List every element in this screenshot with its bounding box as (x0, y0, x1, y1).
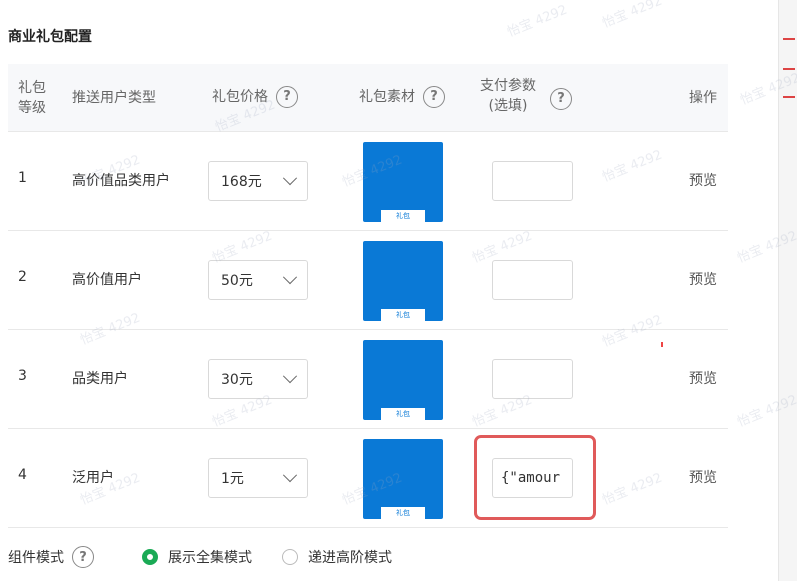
price-help-icon[interactable]: ? (276, 86, 298, 108)
price-select-value: 30元 (221, 372, 253, 388)
component-mode-label: 组件模式 (8, 550, 64, 566)
header-user-type: 推送用户类型 (72, 90, 156, 106)
radio-unchecked-icon (282, 549, 298, 565)
header-pay-param: 支付参数 (选填) ? (480, 76, 572, 116)
preview-link[interactable]: 预览 (689, 467, 717, 487)
chevron-down-icon (282, 171, 298, 186)
table-row: 4 泛用户 1元 礼包 {"amour 预览 (8, 429, 728, 528)
thumbnail-label: 礼包 (381, 210, 425, 222)
preview-link[interactable]: 预览 (689, 170, 717, 190)
gift-material-thumbnail[interactable]: 礼包 (363, 340, 443, 420)
side-panel-edge (778, 0, 797, 581)
radio-progressive-mode-label: 递进高阶模式 (308, 550, 392, 566)
gift-material-thumbnail[interactable]: 礼包 (363, 142, 443, 222)
chevron-down-icon (282, 369, 298, 384)
radio-progressive-mode[interactable]: 递进高阶模式 (282, 547, 392, 567)
table-row: 3 品类用户 30元 礼包 预览 (8, 330, 728, 429)
price-select[interactable]: 50元 (208, 260, 308, 300)
price-select[interactable]: 1元 (208, 458, 308, 498)
red-tick (783, 96, 795, 98)
radio-checked-icon (142, 549, 158, 565)
watermark: 怡宝 4292 (600, 0, 665, 32)
gift-config-page: 商业礼包配置 礼包 等级 推送用户类型 礼包价格 ? 礼包素材 ? 支付参数 (… (0, 0, 797, 581)
row-level: 4 (18, 467, 27, 483)
section-title: 商业礼包配置 (8, 29, 92, 45)
thumbnail-label: 礼包 (381, 309, 425, 321)
preview-link[interactable]: 预览 (689, 269, 717, 289)
header-level-line1: 礼包 (18, 80, 46, 96)
red-tick (783, 68, 795, 70)
radio-full-mode-label: 展示全集模式 (168, 550, 252, 566)
pay-param-input[interactable]: {"amour (492, 458, 573, 498)
pay-param-input[interactable] (492, 260, 573, 300)
material-help-icon[interactable]: ? (423, 86, 445, 108)
radio-full-mode[interactable]: 展示全集模式 (142, 547, 252, 567)
row-level: 3 (18, 368, 27, 384)
header-pay-param-line1: 支付参数 (480, 78, 536, 94)
thumbnail-label: 礼包 (381, 408, 425, 420)
red-tick (783, 38, 795, 40)
mode-help-icon[interactable]: ? (72, 546, 94, 568)
preview-link[interactable]: 预览 (689, 368, 717, 388)
header-price: 礼包价格 ? (212, 86, 298, 108)
header-pay-param-text: 支付参数 (选填) (480, 76, 536, 116)
header-operation: 操作 (689, 90, 717, 106)
row-level: 1 (18, 170, 27, 186)
header-pay-param-line2: (选填) (488, 98, 528, 114)
row-user-type: 高价值用户 (72, 272, 142, 288)
pay-param-help-icon[interactable]: ? (550, 88, 572, 110)
price-select[interactable]: 30元 (208, 359, 308, 399)
watermark: 怡宝 4292 (505, 2, 570, 41)
gift-material-thumbnail[interactable]: 礼包 (363, 439, 443, 519)
red-marker (661, 342, 663, 347)
component-mode-row: 组件模式 ? 展示全集模式 递进高阶模式 (8, 546, 392, 568)
row-user-type: 泛用户 (72, 470, 114, 486)
gift-material-thumbnail[interactable]: 礼包 (363, 241, 443, 321)
table-header: 礼包 等级 推送用户类型 礼包价格 ? 礼包素材 ? 支付参数 (选填) ? 操… (8, 64, 728, 132)
header-material: 礼包素材 ? (359, 86, 445, 108)
price-select-value: 168元 (221, 174, 262, 190)
price-select-value: 1元 (221, 471, 244, 487)
thumbnail-label: 礼包 (381, 507, 425, 519)
price-select-value: 50元 (221, 273, 253, 289)
price-select[interactable]: 168元 (208, 161, 308, 201)
table-row: 1 高价值品类用户 168元 礼包 预览 (8, 132, 728, 231)
row-level: 2 (18, 269, 27, 285)
table-row: 2 高价值用户 50元 礼包 预览 (8, 231, 728, 330)
pay-param-input[interactable] (492, 359, 573, 399)
header-material-label: 礼包素材 (359, 89, 415, 105)
header-level: 礼包 等级 (18, 78, 58, 118)
chevron-down-icon (282, 468, 298, 483)
chevron-down-icon (282, 270, 298, 285)
pay-param-input[interactable] (492, 161, 573, 201)
header-level-line2: 等级 (18, 100, 46, 116)
row-user-type: 高价值品类用户 (72, 173, 170, 189)
row-user-type: 品类用户 (72, 371, 128, 387)
header-price-label: 礼包价格 (212, 89, 268, 105)
